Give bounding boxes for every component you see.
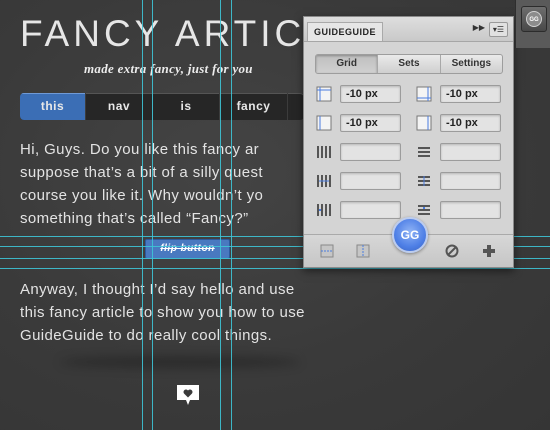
guide-vertical[interactable] — [231, 0, 232, 430]
nav-item-overflow[interactable] — [288, 93, 304, 120]
page-title: FANCY ARTIC — [20, 13, 306, 54]
panel-footer: GG — [304, 217, 513, 267]
right-margin-icon — [416, 115, 432, 131]
column-width-icon — [317, 175, 331, 187]
top-margin-icon — [316, 86, 332, 102]
bottom-margin-field[interactable]: -10 px — [440, 85, 501, 103]
heart-chat-icon[interactable] — [175, 384, 201, 406]
article-nav: this nav is fancy — [20, 93, 304, 120]
guide-vertical[interactable] — [152, 0, 153, 430]
nav-item-is[interactable]: is — [153, 93, 220, 120]
flip-button[interactable]: flip button — [145, 239, 230, 259]
make-grid-button[interactable]: GG — [392, 217, 428, 253]
row-gutter-field[interactable] — [440, 201, 501, 219]
row-height-field[interactable] — [440, 172, 501, 190]
add-icon[interactable] — [482, 244, 496, 258]
panel-dock: GG — [515, 0, 550, 48]
tab-settings[interactable]: Settings — [441, 55, 502, 73]
nav-item-this[interactable]: this — [20, 93, 86, 120]
vertical-midpoint-icon[interactable] — [356, 244, 370, 258]
horizontal-midpoint-icon[interactable] — [320, 244, 334, 258]
left-margin-icon — [316, 115, 332, 131]
panel-menu-icon[interactable]: ▾☰ — [489, 22, 508, 37]
row-height-icon — [418, 176, 430, 186]
guideguide-panel: GUIDEGUIDE ▶▶ ▾☰ Grid Sets Settings -10 … — [303, 16, 514, 268]
right-margin-field[interactable]: -10 px — [440, 114, 501, 132]
page-subtitle: made extra fancy, just for you — [84, 61, 253, 76]
tab-grid[interactable]: Grid — [316, 55, 379, 73]
column-gutter-icon — [317, 204, 331, 216]
gg-icon: GG — [526, 11, 542, 27]
article-paragraph-2: Anyway, I thought I’d say hello and use … — [20, 281, 305, 344]
article-shadow — [60, 356, 300, 368]
row-gutter-icon — [418, 205, 430, 215]
rows-icon — [418, 147, 430, 157]
column-gutter-field[interactable] — [340, 201, 401, 219]
panel-tabs: Grid Sets Settings — [315, 54, 503, 74]
guide-horizontal[interactable] — [0, 268, 550, 269]
guide-vertical[interactable] — [220, 0, 221, 430]
columns-icon — [317, 146, 331, 158]
bottom-margin-icon — [416, 86, 432, 102]
top-margin-field[interactable]: -10 px — [340, 85, 401, 103]
clear-guides-icon[interactable] — [445, 244, 459, 258]
panel-header: GUIDEGUIDE ▶▶ ▾☰ — [304, 17, 513, 42]
row-count-field[interactable] — [440, 143, 501, 161]
guideguide-dock-button[interactable]: GG — [521, 6, 547, 32]
column-count-field[interactable] — [340, 143, 401, 161]
panel-title-tab[interactable]: GUIDEGUIDE — [307, 21, 384, 41]
column-width-field[interactable] — [340, 172, 401, 190]
left-margin-field[interactable]: -10 px — [340, 114, 401, 132]
guide-vertical[interactable] — [142, 0, 143, 430]
tab-sets[interactable]: Sets — [378, 55, 441, 73]
collapse-icon[interactable]: ▶▶ — [473, 23, 485, 32]
